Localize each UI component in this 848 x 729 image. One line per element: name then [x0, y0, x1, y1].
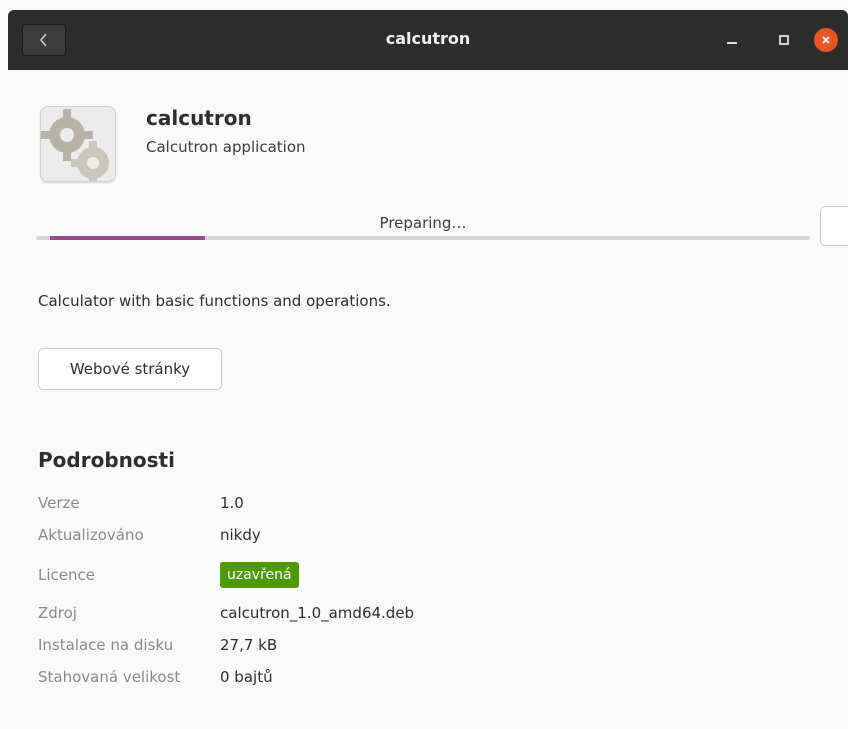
details-row-license: Licence uzavřená	[38, 562, 299, 588]
detail-label: Zdroj	[38, 604, 77, 622]
progress-label: Preparing…	[379, 214, 467, 232]
detail-value: 1.0	[220, 494, 244, 512]
app-gear-icon	[40, 106, 116, 182]
cancel-button[interactable]	[820, 206, 848, 246]
license-badge[interactable]: uzavřená	[220, 562, 299, 588]
detail-label: Instalace na disku	[38, 636, 174, 654]
detail-value: 27,7 kB	[220, 636, 278, 654]
details-heading: Podrobnosti	[38, 448, 175, 472]
app-description: Calculator with basic functions and oper…	[38, 292, 391, 310]
maximize-icon	[779, 35, 789, 45]
detail-label: Licence	[38, 566, 95, 584]
close-button[interactable]	[814, 28, 838, 52]
detail-value: 0 bajtů	[220, 668, 273, 686]
minimize-icon	[727, 42, 737, 44]
details-row-source: Zdroj calcutron_1.0_amd64.deb	[38, 602, 414, 624]
details-row-installed-size: Instalace na disku 27,7 kB	[38, 634, 277, 656]
app-summary: Calcutron application	[146, 138, 306, 156]
title-bar: calcutron	[8, 10, 848, 70]
detail-label: Stahovaná velikost	[38, 668, 181, 686]
close-icon	[822, 36, 830, 44]
software-window: calcutron calcutron Calcutron applicatio…	[0, 0, 848, 729]
details-row-version: Verze 1.0	[38, 492, 244, 514]
detail-label: Verze	[38, 494, 80, 512]
app-name: calcutron	[146, 106, 252, 130]
progress-bar	[36, 236, 810, 240]
detail-label: Aktualizováno	[38, 526, 144, 544]
details-row-download-size: Stahovaná velikost 0 bajtů	[38, 666, 273, 688]
minimize-button[interactable]	[720, 28, 744, 52]
detail-value: nikdy	[220, 526, 261, 544]
details-row-updated: Aktualizováno nikdy	[38, 524, 261, 546]
progress-fill	[50, 236, 205, 240]
app-details-page: calcutron Calcutron application Preparin…	[8, 70, 848, 729]
maximize-button[interactable]	[772, 28, 796, 52]
website-button[interactable]: Webové stránky	[38, 348, 222, 390]
detail-value: calcutron_1.0_amd64.deb	[220, 604, 415, 622]
